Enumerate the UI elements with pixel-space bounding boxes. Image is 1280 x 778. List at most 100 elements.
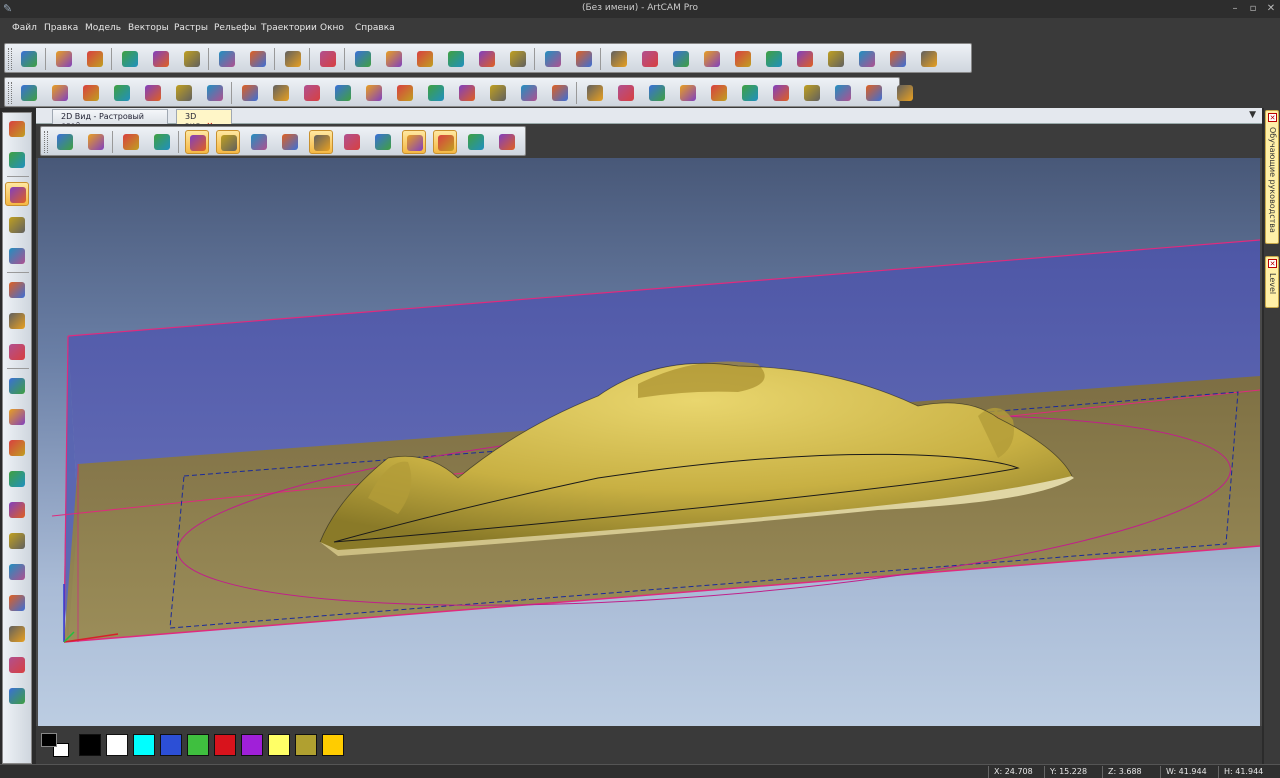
node-path-icon[interactable]: [669, 47, 693, 71]
color-swatch[interactable]: [79, 734, 101, 756]
menu-help[interactable]: Справка: [355, 23, 395, 33]
color-swatch[interactable]: [268, 734, 290, 756]
color-swatch[interactable]: [160, 734, 182, 756]
color-shading-icon[interactable]: [433, 130, 457, 154]
column-icon[interactable]: [455, 81, 479, 105]
undo-icon[interactable]: [215, 47, 239, 71]
texture-icon[interactable]: [886, 47, 910, 71]
book-icon[interactable]: [316, 47, 340, 71]
open-folder-icon[interactable]: [52, 47, 76, 71]
toolbar-grip[interactable]: [8, 82, 12, 104]
rectangle-icon[interactable]: [5, 405, 29, 429]
layers-icon[interactable]: [824, 47, 848, 71]
circle-icon[interactable]: [5, 436, 29, 460]
copy-icon[interactable]: [149, 47, 173, 71]
foreground-color[interactable]: [41, 733, 57, 747]
polyline-icon[interactable]: [5, 374, 29, 398]
menu-bitmaps[interactable]: Растры: [174, 23, 208, 33]
tab-2d-view[interactable]: 2D Вид - Растровый слой: [52, 109, 168, 130]
node-edit-icon[interactable]: [638, 47, 662, 71]
shaded-relief-icon[interactable]: [185, 130, 209, 154]
pin-icon[interactable]: ✕: [1268, 259, 1277, 268]
bitmap-color-icon[interactable]: [48, 81, 72, 105]
bar-relief-icon[interactable]: [424, 81, 448, 105]
panel-tab-tutorials[interactable]: ✕ Обучающие руководства: [1265, 110, 1279, 244]
fg-bg-color-selector[interactable]: [41, 733, 71, 757]
color-swatch[interactable]: [214, 734, 236, 756]
zoom-view-icon[interactable]: [84, 130, 108, 154]
edit-icon[interactable]: [281, 47, 305, 71]
toolpath-icon[interactable]: [402, 130, 426, 154]
text-tool-icon[interactable]: [5, 529, 29, 553]
axes-icon[interactable]: [216, 130, 240, 154]
portrait-relief-icon[interactable]: [444, 47, 468, 71]
pencil-icon[interactable]: [762, 47, 786, 71]
shape-editor-icon[interactable]: [203, 81, 227, 105]
trim-icon[interactable]: [731, 47, 755, 71]
arrow-relief-icon[interactable]: [300, 81, 324, 105]
pen-icon[interactable]: [5, 278, 29, 302]
cut-icon[interactable]: [118, 47, 142, 71]
eraser-paint-icon[interactable]: [5, 340, 29, 364]
menu-window[interactable]: Окно: [320, 23, 344, 33]
vector-tool-b-icon[interactable]: [572, 47, 596, 71]
node-select-icon[interactable]: [5, 213, 29, 237]
relief-plane-icon[interactable]: [309, 130, 333, 154]
menu-file[interactable]: Файл: [12, 23, 37, 33]
toolbar-grip[interactable]: [44, 131, 48, 153]
color-swatch[interactable]: [133, 734, 155, 756]
smooth-relief-icon[interactable]: [614, 81, 638, 105]
paint-bucket-icon[interactable]: [5, 309, 29, 333]
sweep-icon[interactable]: [486, 81, 510, 105]
save-icon[interactable]: [83, 47, 107, 71]
star-icon[interactable]: [607, 47, 631, 71]
knife-icon[interactable]: [5, 622, 29, 646]
panel-tab-level[interactable]: ✕ Level: [1265, 256, 1279, 308]
stylus-icon[interactable]: [5, 653, 29, 677]
lamp-relief-icon[interactable]: [393, 81, 417, 105]
arc-draw-icon[interactable]: [5, 498, 29, 522]
menu-model[interactable]: Модель: [85, 23, 121, 33]
zero-relief-icon[interactable]: [738, 81, 762, 105]
polygon-icon[interactable]: [5, 467, 29, 491]
vector-tool-a-icon[interactable]: [541, 47, 565, 71]
round-icon[interactable]: [862, 81, 886, 105]
stamp-icon[interactable]: [362, 81, 386, 105]
color-swatch[interactable]: [106, 734, 128, 756]
hand-icon[interactable]: [5, 591, 29, 615]
redo-icon[interactable]: [246, 47, 270, 71]
menu-toolpaths[interactable]: Траектории: [261, 23, 317, 33]
restore-button[interactable]: ▫: [1246, 2, 1260, 15]
spiral-icon[interactable]: [110, 81, 134, 105]
menu-reliefs[interactable]: Рельефы: [214, 23, 256, 33]
gradient-shading-icon[interactable]: [464, 130, 488, 154]
spin-icon[interactable]: [831, 81, 855, 105]
texture-relief-icon[interactable]: [645, 81, 669, 105]
wireframe-icon[interactable]: [340, 130, 364, 154]
wizard-icon[interactable]: [351, 47, 375, 71]
view-cube-icon[interactable]: [53, 130, 77, 154]
ruler-icon[interactable]: [278, 130, 302, 154]
pen-relief-icon[interactable]: [548, 81, 572, 105]
text-relief-icon[interactable]: [331, 81, 355, 105]
nesting-icon[interactable]: [855, 47, 879, 71]
star-shape-icon[interactable]: [79, 81, 103, 105]
globe-icon[interactable]: [5, 148, 29, 172]
lion-relief-icon[interactable]: [707, 81, 731, 105]
transform-icon[interactable]: [5, 244, 29, 268]
close-button[interactable]: ✕: [1264, 2, 1278, 15]
select-icon[interactable]: [5, 182, 29, 206]
eye-icon[interactable]: [150, 130, 174, 154]
3d-viewport[interactable]: [38, 158, 1260, 726]
arrow-icon[interactable]: [269, 81, 293, 105]
vector-merge-icon[interactable]: [17, 81, 41, 105]
wave-relief-icon[interactable]: [676, 81, 700, 105]
color-swatch[interactable]: [187, 734, 209, 756]
add-relief-icon[interactable]: [583, 81, 607, 105]
color-swatch[interactable]: [322, 734, 344, 756]
fit-relief-icon[interactable]: [769, 81, 793, 105]
offset-icon[interactable]: [800, 81, 824, 105]
colorize-icon[interactable]: [495, 130, 519, 154]
pin-icon[interactable]: ✕: [1268, 113, 1277, 122]
light-icon[interactable]: [119, 130, 143, 154]
